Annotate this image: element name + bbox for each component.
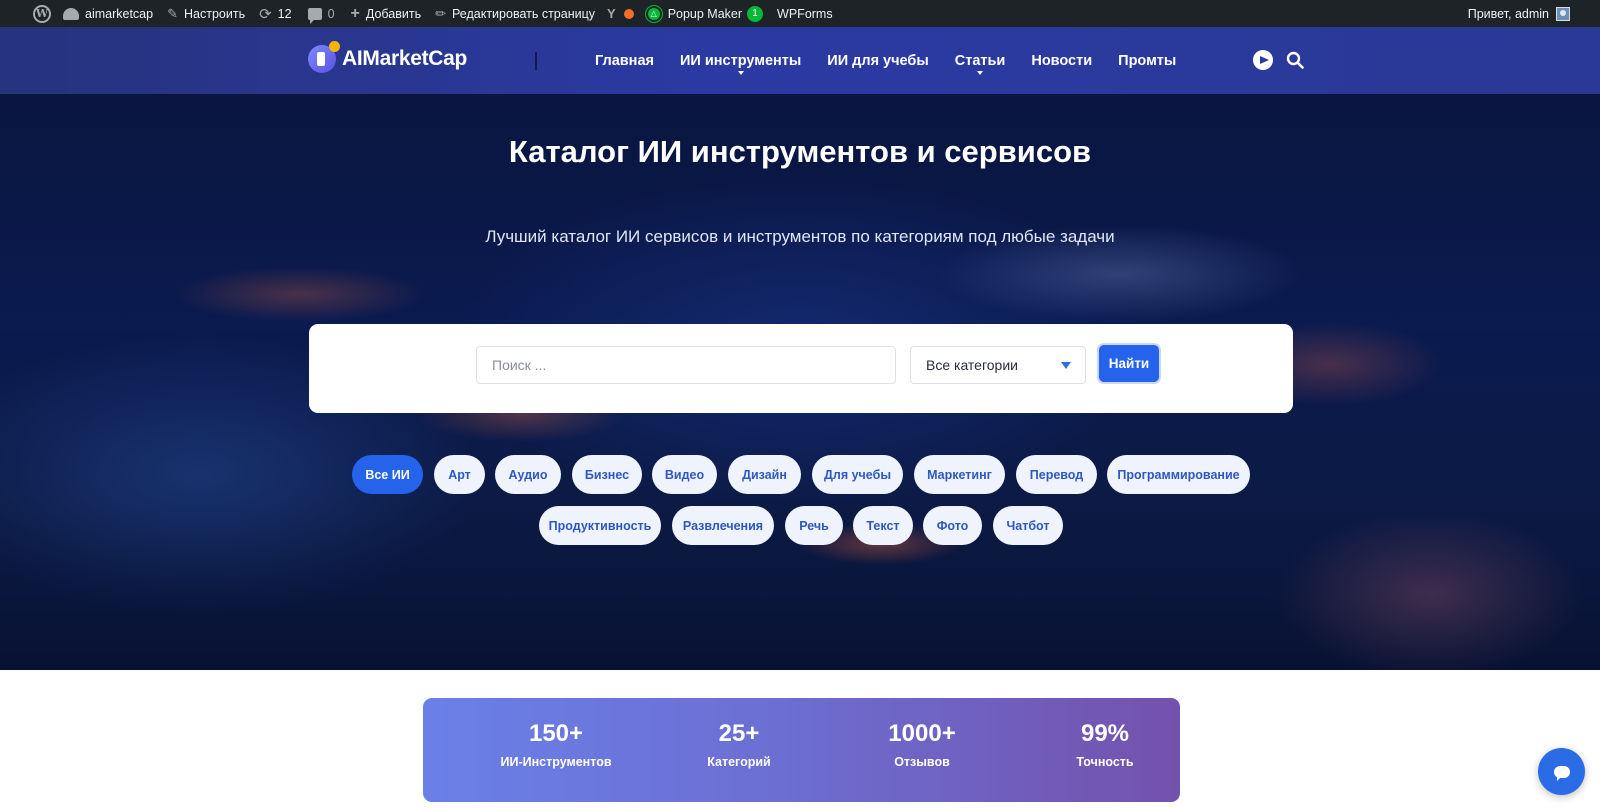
admin-bar-popup-maker[interactable]: △ Popup Maker 1 (645, 0, 764, 27)
caret-down-icon (737, 71, 744, 75)
stat-value: 25+ (718, 720, 760, 747)
admin-bar-site[interactable]: aimarketcap (63, 0, 153, 27)
category-pill-productivity[interactable]: Продуктивность (539, 506, 661, 545)
nav-label: Главная (595, 52, 654, 69)
comments-count: 0 (327, 6, 335, 21)
nav-item-articles[interactable]: Статьи (954, 27, 1006, 94)
customize-label: Настроить (184, 6, 246, 21)
wpforms-label: WPForms (777, 6, 833, 21)
nav-item-ai-study[interactable]: ИИ для учебы (827, 27, 928, 94)
search-panel: Все категории Найти (309, 324, 1293, 413)
main-nav: Главная ИИ инструменты ИИ для учебы Стат… (595, 27, 1202, 94)
nav-label: ИИ инструменты (679, 52, 802, 69)
search-icon[interactable] (1286, 51, 1304, 69)
search-button[interactable]: Найти (1099, 345, 1159, 382)
brush-icon: ✎ (167, 5, 178, 21)
add-new-label: Добавить (365, 6, 422, 21)
category-pill-entertainment[interactable]: Развлечения (672, 506, 774, 545)
updates-count: 12 (277, 6, 292, 21)
admin-bar-seo[interactable]: Y (607, 0, 634, 27)
stat-value: 99% (1080, 720, 1130, 747)
plus-icon: + (350, 4, 360, 22)
admin-bar: W aimarketcap ✎ Настроить ⟳ 12 0 + Добав… (0, 0, 1600, 27)
category-pill-business[interactable]: Бизнес (572, 455, 642, 494)
nav-item-ai-tools[interactable]: ИИ инструменты (680, 27, 801, 94)
dashboard-icon (63, 7, 79, 20)
stat-label: Категорий (707, 755, 771, 769)
logo-text: AIMarketCap (342, 47, 468, 70)
category-pill-design[interactable]: Дизайн (728, 455, 801, 494)
category-pill-marketing[interactable]: Маркетинг (914, 455, 1005, 494)
category-pill-translation[interactable]: Перевод (1016, 455, 1097, 494)
nav-item-home[interactable]: Главная (595, 27, 654, 94)
nav-label: Статьи (954, 52, 1006, 69)
category-pill-text[interactable]: Текст (853, 506, 913, 545)
category-pill-all[interactable]: Все ИИ (352, 455, 423, 494)
comment-icon (307, 7, 322, 24)
avatar (1556, 6, 1570, 21)
edit-page-label: Редактировать страницу (452, 6, 596, 21)
header-divider (535, 52, 537, 70)
popup-maker-label: Popup Maker (667, 6, 743, 21)
nav-label: Новости (1031, 52, 1093, 69)
category-pill-audio[interactable]: Аудио (495, 455, 561, 494)
chat-button[interactable] (1538, 748, 1585, 795)
seo-status-dot (623, 8, 634, 19)
popup-maker-badge: 1 (747, 5, 764, 22)
stat-value: 1000+ (888, 720, 956, 747)
telegram-icon[interactable] (1253, 50, 1273, 70)
nav-item-prompts[interactable]: Промты (1118, 27, 1176, 94)
admin-bar-edit-page[interactable]: ✏ Редактировать страницу (435, 0, 595, 27)
caret-down-icon (977, 71, 984, 75)
pencil-icon: ✏ (435, 5, 447, 21)
nav-item-news[interactable]: Новости (1031, 27, 1092, 94)
nav-label: ИИ для учебы (827, 52, 929, 69)
category-pill-video[interactable]: Видео (652, 455, 717, 494)
nav-label: Промты (1118, 52, 1177, 69)
stat-label: ИИ-Инструментов (500, 755, 612, 769)
logo-icon (308, 41, 340, 73)
category-pill-chatbot[interactable]: Чатбот (993, 506, 1063, 545)
page-subtitle: Лучший каталог ИИ сервисов и инструменто… (485, 227, 1115, 246)
popup-maker-icon: △ (645, 5, 662, 22)
category-pill-study[interactable]: Для учебы (812, 455, 903, 494)
category-pill-art[interactable]: Арт (434, 455, 485, 494)
admin-bar-customize[interactable]: ✎ Настроить (167, 0, 245, 27)
category-pill-photo[interactable]: Фото (923, 506, 982, 545)
site-header: AIMarketCap Главная ИИ инструменты ИИ дл… (0, 27, 1600, 94)
refresh-icon: ⟳ (259, 5, 272, 23)
yoast-icon: Y (607, 6, 616, 21)
chat-icon (1553, 765, 1570, 781)
admin-bar-account[interactable]: Привет, admin (1468, 0, 1570, 27)
stats-banner: 150+ ИИ-Инструментов 25+ Категорий 1000+… (423, 698, 1180, 802)
category-pill-speech[interactable]: Речь (785, 506, 843, 545)
stat-value: 150+ (528, 720, 584, 747)
admin-bar-wpforms[interactable]: WPForms (777, 0, 833, 27)
site-logo[interactable]: AIMarketCap (308, 41, 468, 73)
greeting-text: Привет, admin (1467, 6, 1549, 21)
search-input[interactable] (476, 346, 896, 384)
category-pill-programming[interactable]: Программирование (1107, 455, 1250, 494)
admin-bar-comments[interactable]: 0 (307, 0, 335, 27)
site-name: aimarketcap (85, 6, 154, 21)
stat-label: Точность (1076, 755, 1134, 769)
dropdown-arrow-icon (1061, 362, 1071, 369)
admin-bar-add-new[interactable]: + Добавить (351, 0, 422, 27)
admin-bar-updates[interactable]: ⟳ 12 (259, 0, 291, 27)
page-title: Каталог ИИ инструментов и сервисов (508, 134, 1092, 169)
hero-section: Каталог ИИ инструментов и сервисов Лучши… (0, 94, 1600, 670)
category-select[interactable]: Все категории (910, 346, 1086, 384)
category-select-value: Все категории (926, 357, 1018, 373)
stat-label: Отзывов (894, 755, 950, 769)
wordpress-icon[interactable]: W (33, 0, 51, 27)
